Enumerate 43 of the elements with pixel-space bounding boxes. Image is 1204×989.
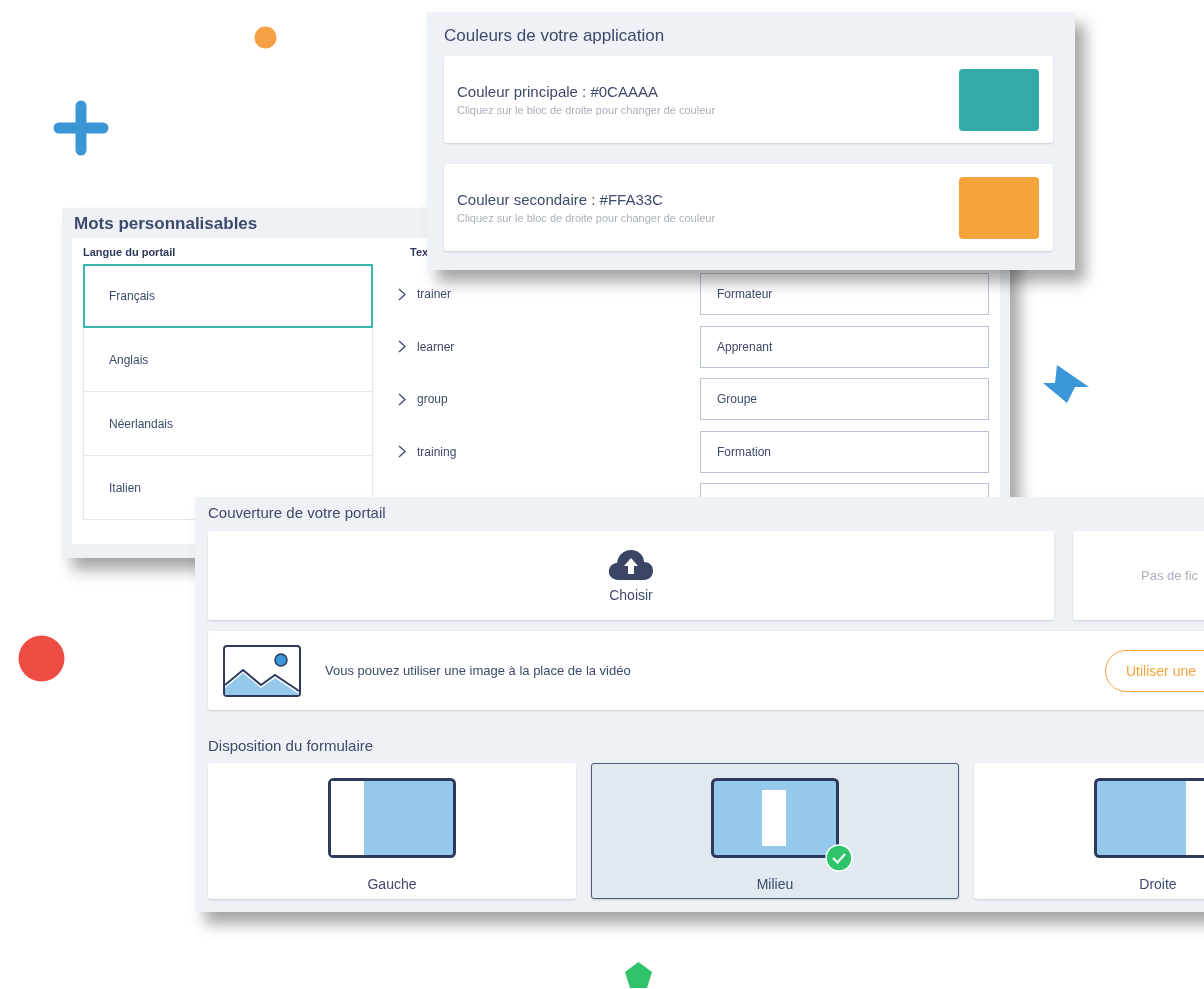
language-item[interactable]: Anglais (83, 328, 373, 392)
layout-icon (711, 778, 839, 858)
language-item[interactable]: Français (83, 264, 373, 328)
text-field[interactable]: Groupe (700, 378, 989, 420)
plus-icon (53, 100, 109, 156)
chevron-icon[interactable] (398, 287, 406, 301)
color-label: Couleur secondaire : #FFA33C (457, 191, 664, 208)
cloud-upload-icon (608, 548, 654, 581)
color-hint: Cliquez sur le bloc de droite pour changer de couleur (457, 212, 716, 224)
dot-icon (254, 26, 277, 49)
layout-option[interactable]: Milieu (591, 763, 959, 899)
panel-title: Mots personnalisables (74, 214, 258, 235)
upload-button[interactable]: Choisir (208, 531, 1054, 620)
layout-option[interactable]: Droite (974, 763, 1204, 899)
layout-option[interactable]: Gauche (208, 763, 576, 899)
color-hint: Cliquez sur le bloc de droite pour changer de couleur (457, 104, 716, 116)
circle-icon (18, 635, 65, 682)
term-key: group (406, 392, 700, 406)
term-key: learner (406, 339, 700, 354)
term-key: training (406, 444, 700, 459)
chevron-icon[interactable] (398, 445, 406, 458)
text-field[interactable]: Formation (700, 430, 989, 473)
text-field[interactable]: Apprenant (700, 325, 989, 368)
file-status: Pas de fic (1141, 568, 1199, 583)
layout-icon (1094, 778, 1204, 858)
chevron-icon[interactable] (398, 340, 406, 353)
layout-icon (328, 778, 456, 858)
language-item[interactable]: Néerlandais (83, 392, 373, 456)
column-header: Tex (409, 246, 430, 260)
color-swatch[interactable] (959, 68, 1039, 131)
image-notice: Vous pouvez utiliser une image à la place de la vidéo (324, 663, 632, 678)
image-icon (223, 644, 301, 697)
check-icon (825, 844, 853, 872)
panel-title: Couleurs de votre application (444, 26, 666, 47)
color-label: Couleur principale : #0CAAAA (457, 83, 659, 100)
pentagon-icon (624, 961, 653, 989)
color-swatch[interactable] (959, 176, 1039, 239)
term-key: trainer (406, 287, 700, 301)
chevron-icon[interactable] (398, 392, 406, 406)
section-title: Disposition du formulaire (208, 737, 375, 756)
text-field[interactable]: Formateur (700, 273, 989, 315)
column-header: Langue du portail (83, 246, 177, 260)
bolt-icon (1043, 365, 1089, 403)
